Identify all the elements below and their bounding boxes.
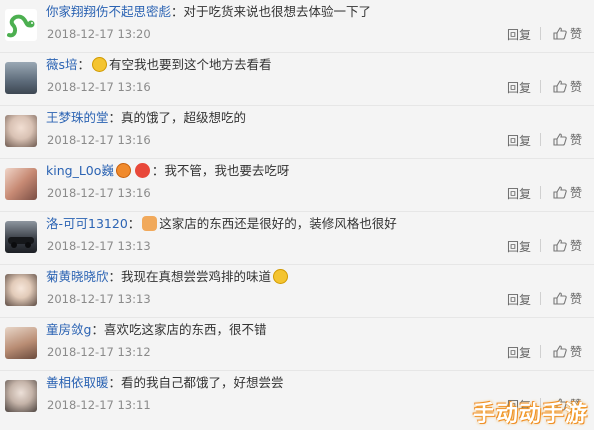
comment-item: 薇s培： 有空我也要到这个地方去看看 2018-12-17 13:16 回复 赞 xyxy=(0,53,594,106)
username-link[interactable]: 善相依取暖 xyxy=(46,375,109,390)
like-button[interactable]: 赞 xyxy=(553,78,582,95)
like-button[interactable]: 赞 xyxy=(553,343,582,360)
thumbs-up-icon xyxy=(553,345,567,358)
comment-line: 菊黄晓晓欣：我现在真想尝尝鸡排的味道 xyxy=(46,268,290,286)
divider xyxy=(540,186,541,199)
username-link[interactable]: 你家翔翔伤不起思密彪 xyxy=(46,4,171,19)
like-button[interactable]: 赞 xyxy=(553,184,582,201)
comment-list: 你家翔翔伤不起思密彪：对于吃货来说也很想去体验一下了 2018-12-17 13… xyxy=(0,0,594,424)
reply-button[interactable]: 回复 xyxy=(507,132,531,149)
like-label: 赞 xyxy=(570,239,583,253)
divider xyxy=(540,292,541,305)
comment-text: 有空我也要到这个地方去看看 xyxy=(109,57,272,72)
comment-line: 你家翔翔伤不起思密彪：对于吃货来说也很想去体验一下了 xyxy=(46,4,372,19)
reply-button[interactable]: 回复 xyxy=(507,344,531,361)
like-button[interactable]: 赞 xyxy=(553,131,582,148)
comment-line: 薇s培： 有空我也要到这个地方去看看 xyxy=(46,57,272,72)
like-label: 赞 xyxy=(570,80,583,94)
comment-text: 我现在真想尝尝鸡排的味道 xyxy=(121,269,272,284)
username-link[interactable]: 薇s培 xyxy=(46,57,78,72)
username-link[interactable]: 菊黄晓晓欣 xyxy=(46,269,109,284)
comment-item: 王梦珠的堂：真的饿了，超级想吃的 2018-12-17 13:16 回复 赞 xyxy=(0,106,594,159)
photo-avatar[interactable] xyxy=(5,62,37,94)
comment-item: 菊黄晓晓欣：我现在真想尝尝鸡排的味道 2018-12-17 13:13 回复 赞 xyxy=(0,265,594,318)
comment-line: 王梦珠的堂：真的饿了，超级想吃的 xyxy=(46,110,247,125)
username-link[interactable]: king_L0o巍 xyxy=(46,163,114,178)
car-avatar[interactable] xyxy=(5,221,37,253)
angry-emoji-icon xyxy=(115,163,131,178)
divider xyxy=(540,239,541,252)
timestamp: 2018-12-17 13:16 xyxy=(47,133,151,147)
comment-item: king_L0o巍 ：我不管，我也要去吃呀 2018-12-17 13:16 回复… xyxy=(0,159,594,212)
comment-text: 对于吃货来说也很想去体验一下了 xyxy=(183,4,372,19)
divider xyxy=(540,80,541,93)
blush-emoji-icon xyxy=(92,57,108,72)
timestamp: 2018-12-17 13:11 xyxy=(47,398,151,412)
reply-button[interactable]: 回复 xyxy=(507,238,531,255)
reply-button[interactable]: 回复 xyxy=(507,291,531,308)
timestamp: 2018-12-17 13:16 xyxy=(47,80,151,94)
comment-text: 我不管，我也要去吃呀 xyxy=(164,163,290,178)
comment-text: 真的饿了，超级想吃的 xyxy=(121,110,247,125)
comment-text: 这家店的东西还是很好的，装修风格也很好 xyxy=(159,216,397,231)
thumbs-up-icon xyxy=(553,239,567,252)
timestamp: 2018-12-17 13:13 xyxy=(47,292,151,306)
timestamp: 2018-12-17 13:12 xyxy=(47,345,151,359)
comment-text: 看的我自己都饿了，好想尝尝 xyxy=(121,375,284,390)
like-label: 赞 xyxy=(570,27,583,41)
reply-button[interactable]: 回复 xyxy=(507,79,531,96)
comment-item: 童房敛g：喜欢吃这家店的东西，很不错 2018-12-17 13:12 回复 赞 xyxy=(0,318,594,371)
like-label: 赞 xyxy=(570,345,583,359)
username-link[interactable]: 洛-可可13120 xyxy=(46,216,128,231)
thumbs-up-icon xyxy=(553,186,567,199)
thumbs-up-icon xyxy=(553,80,567,93)
comment-line: 洛-可可13120： 这家店的东西还是很好的，装修风格也很好 xyxy=(46,216,397,231)
thumbs-up-icon xyxy=(553,27,567,40)
comment-text: 喜欢吃这家店的东西，很不错 xyxy=(103,322,267,337)
like-button[interactable]: 赞 xyxy=(553,290,582,307)
comment-item: 你家翔翔伤不起思密彪：对于吃货来说也很想去体验一下了 2018-12-17 13… xyxy=(0,0,594,53)
laugh-emoji-icon xyxy=(273,269,289,284)
heart-emoji-icon xyxy=(134,163,150,178)
thumbs-up-icon xyxy=(553,133,567,146)
username-link[interactable]: 王梦珠的堂 xyxy=(46,110,109,125)
username-link[interactable]: 童房敛g xyxy=(46,322,91,337)
like-label: 赞 xyxy=(570,292,583,306)
divider xyxy=(540,27,541,40)
photo-avatar[interactable] xyxy=(5,327,37,359)
photo-avatar[interactable] xyxy=(5,168,37,200)
comment-line: king_L0o巍 ：我不管，我也要去吃呀 xyxy=(46,163,290,178)
like-button[interactable]: 赞 xyxy=(553,237,582,254)
divider xyxy=(540,133,541,146)
reply-button[interactable]: 回复 xyxy=(507,185,531,202)
photo-avatar[interactable] xyxy=(5,380,37,412)
like-button[interactable]: 赞 xyxy=(553,25,582,42)
comment-item: 洛-可可13120： 这家店的东西还是很好的，装修风格也很好 2018-12-17… xyxy=(0,212,594,265)
divider xyxy=(540,345,541,358)
cat-emoji-icon xyxy=(142,216,158,231)
timestamp: 2018-12-17 13:13 xyxy=(47,239,151,253)
photo-avatar[interactable] xyxy=(5,115,37,147)
snake-avatar[interactable] xyxy=(5,9,37,41)
like-label: 赞 xyxy=(570,133,583,147)
comment-line: 善相依取暖：看的我自己都饿了，好想尝尝 xyxy=(46,375,284,390)
timestamp: 2018-12-17 13:16 xyxy=(47,186,151,200)
site-watermark: 手动动手游 xyxy=(472,402,588,427)
timestamp: 2018-12-17 13:20 xyxy=(47,27,151,41)
reply-button[interactable]: 回复 xyxy=(507,26,531,43)
thumbs-up-icon xyxy=(553,292,567,305)
photo-avatar[interactable] xyxy=(5,274,37,306)
comment-line: 童房敛g：喜欢吃这家店的东西，很不错 xyxy=(46,322,267,337)
like-label: 赞 xyxy=(570,186,583,200)
